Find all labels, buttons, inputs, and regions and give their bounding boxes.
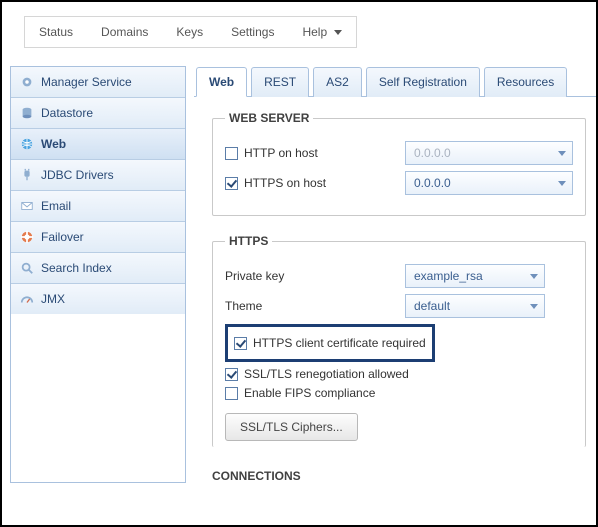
- webserver-legend: WEB SERVER: [225, 111, 313, 125]
- https-checkbox[interactable]: [225, 177, 238, 190]
- renegotiation-label: SSL/TLS renegotiation allowed: [244, 367, 409, 381]
- sidebar-item-datastore[interactable]: Datastore: [11, 98, 185, 129]
- nav-help[interactable]: Help: [288, 17, 356, 47]
- private-key-select[interactable]: example_rsa: [405, 264, 545, 288]
- sidebar: Manager Service Datastore Web JDBC Drive…: [10, 66, 186, 483]
- tab-web[interactable]: Web: [196, 67, 247, 97]
- sidebar-item-manager-service[interactable]: Manager Service: [11, 67, 185, 98]
- chevron-down-icon: [334, 30, 342, 35]
- theme-label: Theme: [225, 299, 262, 313]
- client-cert-checkbox[interactable]: [234, 337, 247, 350]
- sidebar-item-label: Failover: [41, 230, 84, 244]
- http-host-select[interactable]: 0.0.0.0: [405, 141, 573, 165]
- tab-bar: Web REST AS2 Self Registration Resources: [194, 66, 596, 97]
- http-label: HTTP on host: [244, 146, 318, 160]
- nav-help-label: Help: [302, 25, 327, 39]
- top-nav: Status Domains Keys Settings Help: [24, 16, 357, 48]
- gear-icon: [19, 74, 35, 90]
- sidebar-item-jmx[interactable]: JMX: [11, 284, 185, 314]
- lifebuoy-icon: [19, 229, 35, 245]
- http-checkbox[interactable]: [225, 147, 238, 160]
- connections-legend: CONNECTIONS: [212, 465, 586, 483]
- chevron-down-icon: [530, 274, 538, 279]
- chevron-down-icon: [558, 151, 566, 156]
- renegotiation-checkbox[interactable]: [225, 368, 238, 381]
- sidebar-item-label: Manager Service: [41, 75, 132, 89]
- private-key-value: example_rsa: [414, 269, 483, 283]
- fips-label: Enable FIPS compliance: [244, 386, 375, 400]
- theme-select[interactable]: default: [405, 294, 545, 318]
- mail-icon: [19, 198, 35, 214]
- ssl-tls-ciphers-button[interactable]: SSL/TLS Ciphers...: [225, 413, 358, 441]
- nav-domains[interactable]: Domains: [87, 17, 162, 47]
- database-icon: [19, 105, 35, 121]
- tab-self-registration[interactable]: Self Registration: [366, 67, 480, 97]
- tab-resources[interactable]: Resources: [484, 67, 567, 97]
- https-fieldset: HTTPS Private key example_rsa Theme defa…: [212, 234, 586, 447]
- https-legend: HTTPS: [225, 234, 272, 248]
- nav-status[interactable]: Status: [25, 17, 87, 47]
- sidebar-item-jdbc-drivers[interactable]: JDBC Drivers: [11, 160, 185, 191]
- sidebar-item-label: JDBC Drivers: [41, 168, 114, 182]
- sidebar-item-web[interactable]: Web: [11, 129, 185, 160]
- content-area: Web REST AS2 Self Registration Resources…: [186, 66, 596, 483]
- chevron-down-icon: [558, 181, 566, 186]
- client-cert-label: HTTPS client certificate required: [253, 336, 426, 350]
- fips-checkbox[interactable]: [225, 387, 238, 400]
- nav-keys[interactable]: Keys: [162, 17, 217, 47]
- tab-rest[interactable]: REST: [251, 67, 309, 97]
- globe-icon: [19, 136, 35, 152]
- plug-icon: [19, 167, 35, 183]
- client-cert-highlight: HTTPS client certificate required: [225, 324, 435, 362]
- tab-as2[interactable]: AS2: [313, 67, 362, 97]
- sidebar-item-label: Datastore: [41, 106, 93, 120]
- sidebar-item-label: Email: [41, 199, 71, 213]
- sidebar-item-label: JMX: [41, 292, 65, 306]
- private-key-label: Private key: [225, 269, 284, 283]
- https-host-value: 0.0.0.0: [414, 176, 451, 190]
- gauge-icon: [19, 291, 35, 307]
- sidebar-item-email[interactable]: Email: [11, 191, 185, 222]
- sidebar-item-failover[interactable]: Failover: [11, 222, 185, 253]
- theme-value: default: [414, 299, 450, 313]
- sidebar-item-search-index[interactable]: Search Index: [11, 253, 185, 284]
- search-icon: [19, 260, 35, 276]
- http-host-value: 0.0.0.0: [414, 146, 451, 160]
- nav-settings[interactable]: Settings: [217, 17, 288, 47]
- https-label: HTTPS on host: [244, 176, 326, 190]
- chevron-down-icon: [530, 304, 538, 309]
- https-host-select[interactable]: 0.0.0.0: [405, 171, 573, 195]
- sidebar-item-label: Search Index: [41, 261, 112, 275]
- webserver-fieldset: WEB SERVER HTTP on host 0.0.0.0 HTTPS on: [212, 111, 586, 216]
- sidebar-item-label: Web: [41, 137, 66, 151]
